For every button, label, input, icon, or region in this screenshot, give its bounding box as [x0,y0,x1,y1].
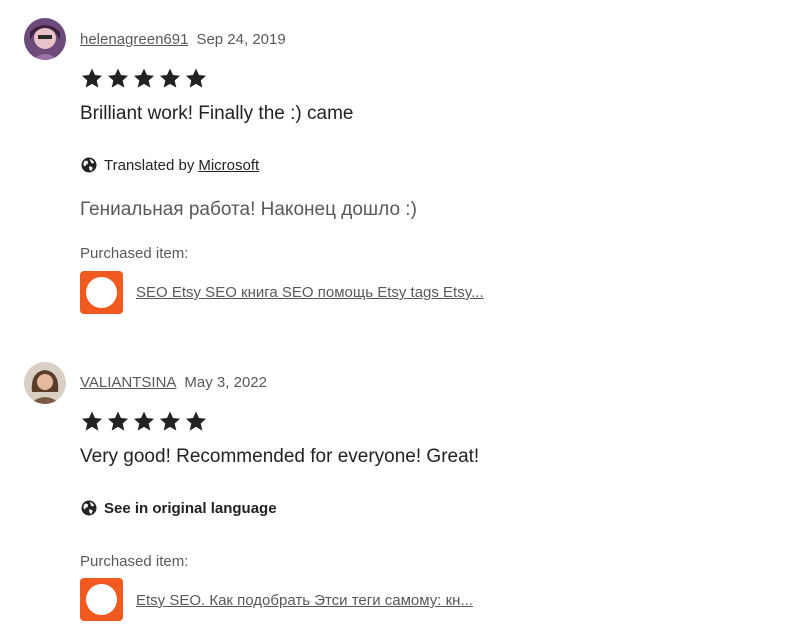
globe-icon [81,500,97,516]
star-icon [185,411,207,431]
star-icon [133,411,155,431]
reviewer-username[interactable]: helenagreen691 [80,31,188,48]
star-icon [81,68,103,88]
purchased-item-link[interactable]: Etsy SEO. Как подобрать Этси теги самому… [136,592,473,609]
review-text: Brilliant work! Finally the :) came [80,103,354,124]
reviewer-username[interactable]: VALIANTSINA [80,374,176,391]
review-meta: VALIANTSINA May 3, 2022 [80,374,267,391]
microsoft-link[interactable]: Microsoft [198,157,259,174]
star-rating [80,410,208,433]
star-icon [107,68,129,88]
star-icon [81,411,103,431]
purchased-item-link[interactable]: SEO Etsy SEO книга SEO помощь Etsy tags … [136,284,484,301]
avatar[interactable] [24,18,66,60]
globe-icon [81,157,97,173]
star-icon [159,68,181,88]
avatar[interactable] [24,362,66,404]
review-date: May 3, 2022 [184,374,267,391]
star-icon [159,411,181,431]
item-thumbnail[interactable] [80,271,123,314]
see-original-button[interactable]: See in original language [80,499,277,517]
review-meta: helenagreen691 Sep 24, 2019 [80,31,286,48]
thumbnail-badge [86,277,117,308]
star-icon [133,68,155,88]
star-rating [80,67,208,90]
purchased-item-label: Purchased item: [80,553,189,570]
thumbnail-badge [86,584,117,615]
item-thumbnail[interactable] [80,578,123,621]
star-icon [107,411,129,431]
original-text: Гениальная работа! Наконец дошло :) [80,199,417,220]
see-original-label: See in original language [104,499,277,517]
translation-notice: Translated by Microsoft [80,156,259,174]
star-icon [185,68,207,88]
translated-by-label: Translated by [104,156,195,174]
review-date: Sep 24, 2019 [196,31,286,48]
purchased-item-label: Purchased item: [80,245,189,262]
review-text: Very good! Recommended for everyone! Gre… [80,446,480,467]
